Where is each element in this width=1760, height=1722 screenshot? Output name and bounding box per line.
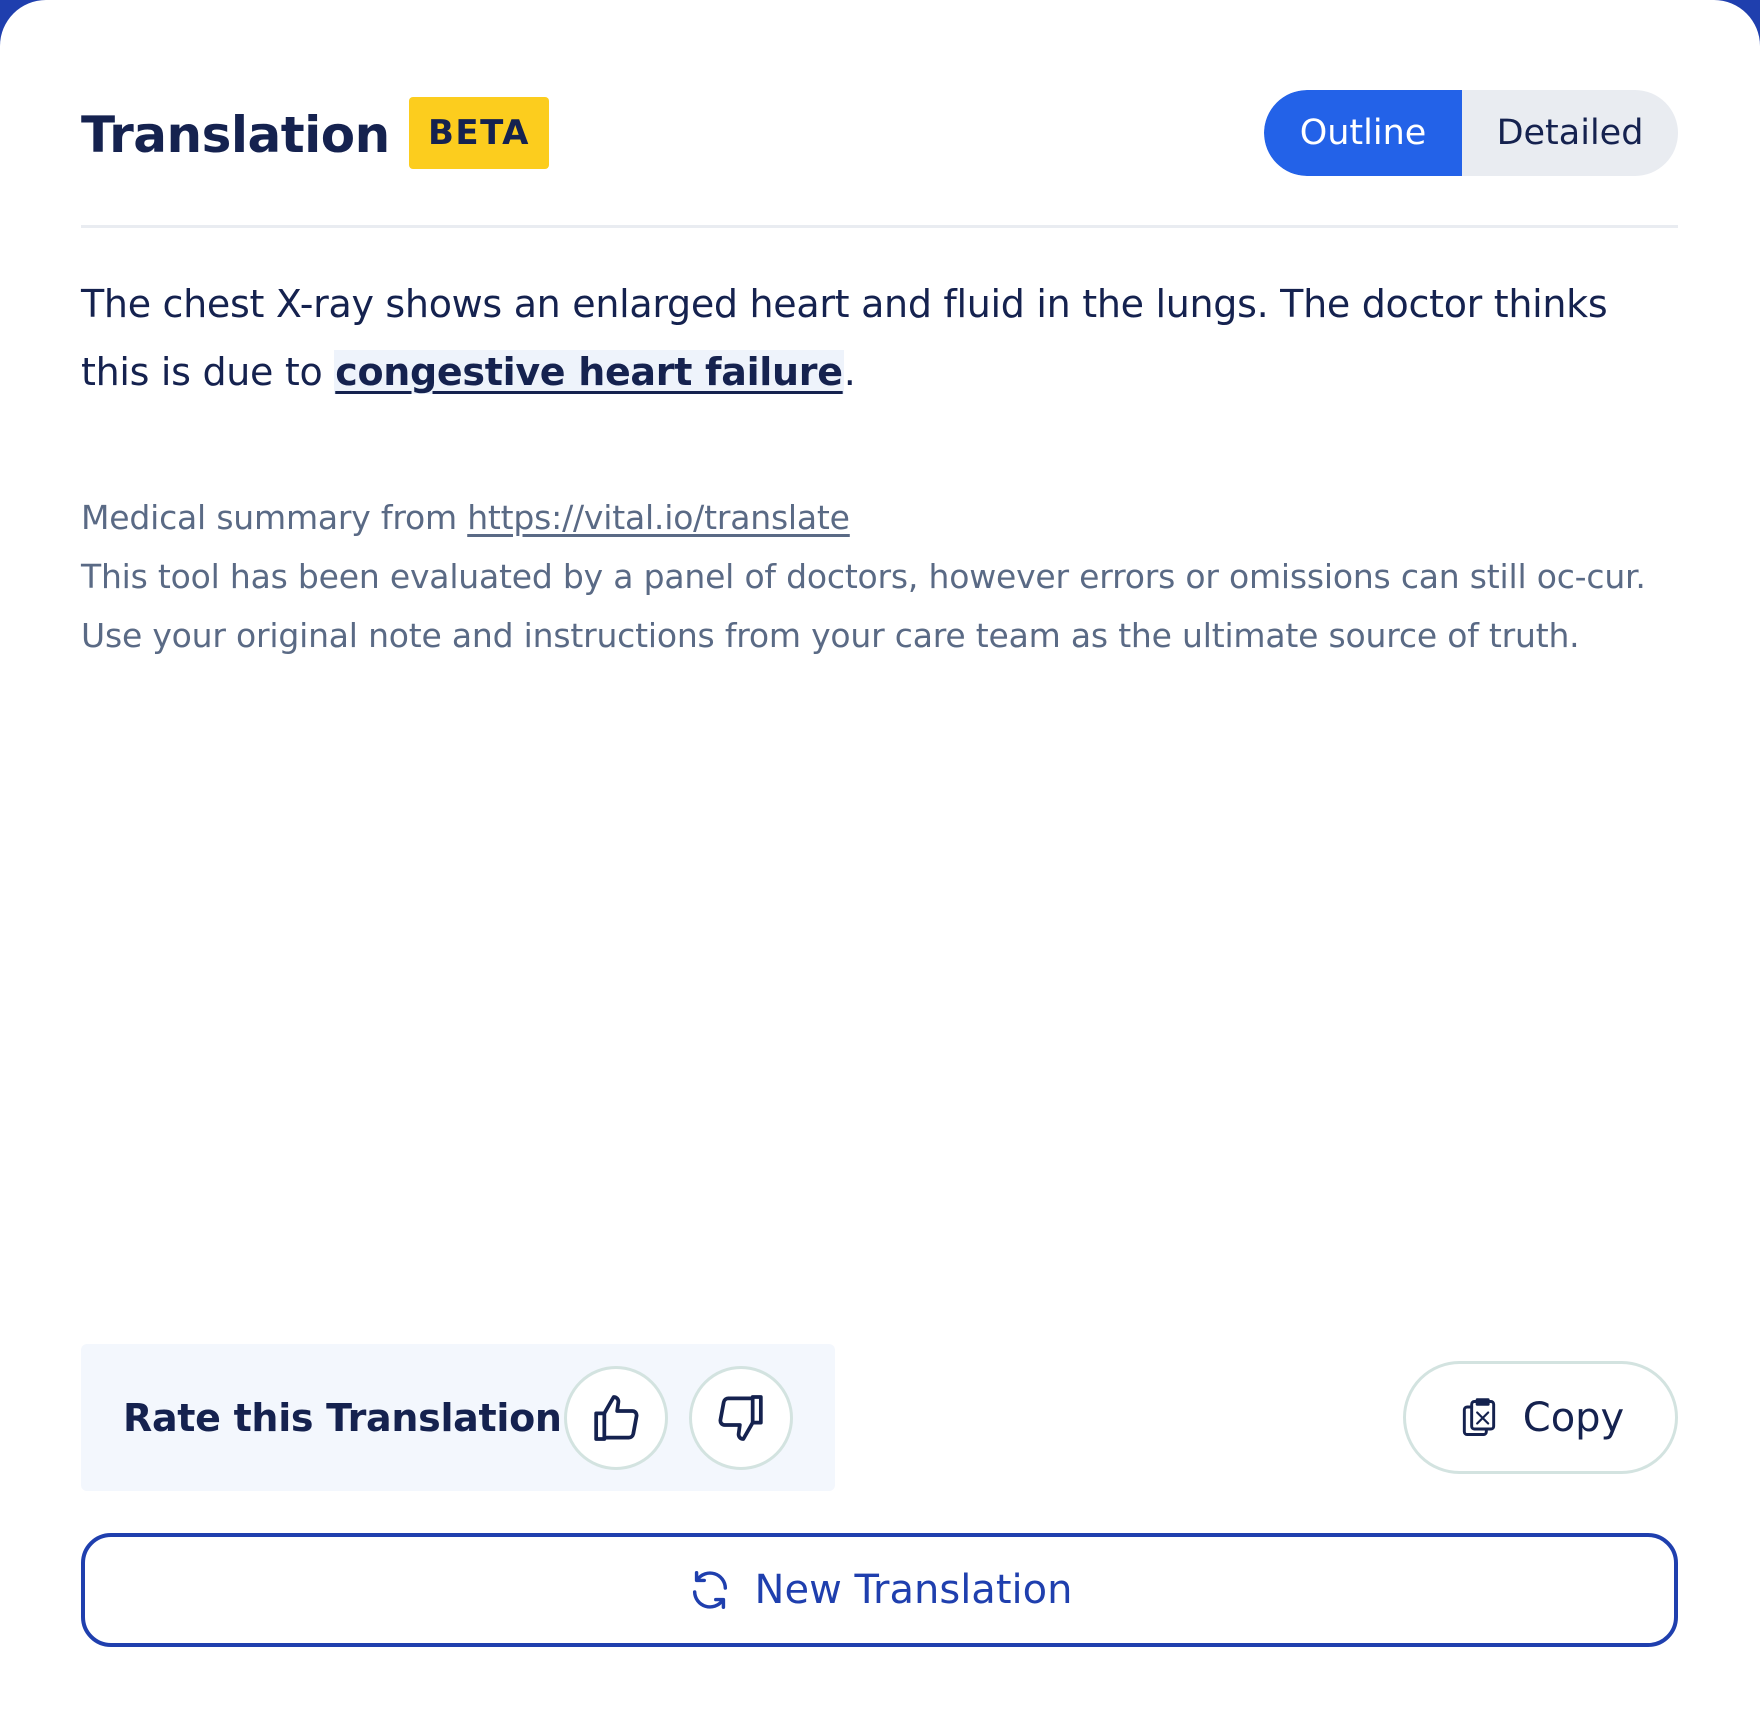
- new-translation-button[interactable]: New Translation: [81, 1533, 1678, 1647]
- thumbs-up-icon: [588, 1390, 644, 1446]
- view-toggle: Outline Detailed: [1264, 90, 1678, 176]
- summary-text-end: .: [843, 350, 856, 394]
- source-note: Medical summary from https://vital.io/tr…: [81, 488, 1681, 665]
- copy-label: Copy: [1522, 1394, 1625, 1441]
- thumbs-down-icon: [713, 1390, 769, 1446]
- toggle-outline[interactable]: Outline: [1264, 90, 1462, 176]
- source-line: Medical summary from https://vital.io/tr…: [81, 488, 1681, 547]
- toggle-detailed[interactable]: Detailed: [1462, 90, 1678, 176]
- thumbs-down-button[interactable]: [689, 1366, 793, 1470]
- clipboard-icon: [1457, 1396, 1501, 1440]
- header: Translation BETA Outline Detailed: [81, 90, 1678, 180]
- rating-panel: Rate this Translation: [81, 1344, 835, 1491]
- new-translation-label: New Translation: [754, 1567, 1073, 1613]
- source-link[interactable]: https://vital.io/translate: [467, 498, 850, 537]
- medical-term-link[interactable]: congestive heart failure: [334, 350, 844, 394]
- disclaimer-text: This tool has been evaluated by a panel …: [81, 557, 1646, 655]
- copy-button[interactable]: Copy: [1403, 1361, 1678, 1474]
- rating-label: Rate this Translation: [123, 1396, 562, 1440]
- translation-summary: The chest X-ray shows an enlarged heart …: [81, 270, 1681, 406]
- header-divider: [81, 225, 1678, 228]
- source-prefix: Medical summary from: [81, 498, 468, 537]
- refresh-icon: [687, 1567, 733, 1613]
- thumbs-up-button[interactable]: [564, 1366, 668, 1470]
- beta-badge: BETA: [409, 97, 549, 169]
- page-title: Translation: [81, 106, 390, 164]
- translation-card: Translation BETA Outline Detailed The ch…: [0, 0, 1760, 1722]
